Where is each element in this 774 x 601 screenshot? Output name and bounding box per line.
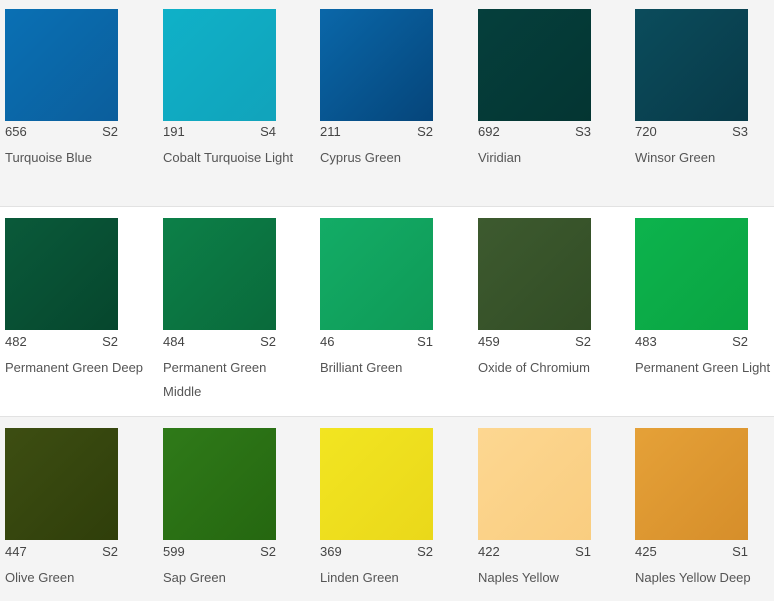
color-name: Cyprus Green: [320, 150, 401, 165]
color-name: Naples Yellow Deep: [635, 570, 751, 585]
swatch-card-naples-yellow[interactable]: 422 S1 Naples Yellow: [478, 417, 591, 601]
swatch-card-linden-green[interactable]: 369 S2 Linden Green: [320, 417, 433, 601]
swatch-row: 656 S2 Turquoise Blue 191 S4 Cobalt Turq…: [0, 0, 774, 207]
series-label: S2: [260, 544, 276, 559]
color-code: 483: [635, 334, 657, 349]
series-label: S3: [732, 124, 748, 139]
swatch-card-brilliant-green[interactable]: 46 S1 Brilliant Green: [320, 207, 433, 416]
series-label: S1: [575, 544, 591, 559]
color-swatch[interactable]: [478, 218, 591, 330]
color-name: Oxide of Chromium: [478, 360, 590, 375]
series-label: S2: [102, 334, 118, 349]
series-label: S4: [260, 124, 276, 139]
color-name: Permanent Green Middle: [163, 360, 267, 399]
swatch-grid: 656 S2 Turquoise Blue 191 S4 Cobalt Turq…: [0, 0, 774, 601]
swatch-meta: 46 S1: [320, 334, 433, 350]
swatch-meta: 191 S4: [163, 124, 276, 140]
color-code: 484: [163, 334, 185, 349]
color-swatch[interactable]: [163, 428, 276, 540]
color-swatch[interactable]: [163, 218, 276, 330]
series-label: S3: [575, 124, 591, 139]
series-label: S2: [732, 334, 748, 349]
swatch-card-permanent-green-light[interactable]: 483 S2 Permanent Green Light: [635, 207, 770, 416]
color-code: 369: [320, 544, 342, 559]
swatch-card-cyprus-green[interactable]: 211 S2 Cyprus Green: [320, 0, 433, 206]
swatch-card-naples-yellow-deep[interactable]: 425 S1 Naples Yellow Deep: [635, 417, 751, 601]
swatch-card-permanent-green-deep[interactable]: 482 S2 Permanent Green Deep: [5, 207, 143, 416]
swatch-meta: 482 S2: [5, 334, 118, 350]
color-name: Linden Green: [320, 570, 399, 585]
color-code: 720: [635, 124, 657, 139]
color-code: 46: [320, 334, 335, 349]
swatch-card-cobalt-turquoise-light[interactable]: 191 S4 Cobalt Turquoise Light: [163, 0, 293, 206]
color-swatch[interactable]: [478, 428, 591, 540]
color-code: 482: [5, 334, 27, 349]
swatch-card-olive-green[interactable]: 447 S2 Olive Green: [5, 417, 118, 601]
color-code: 425: [635, 544, 657, 559]
color-name: Turquoise Blue: [5, 150, 92, 165]
series-label: S2: [102, 544, 118, 559]
color-swatch[interactable]: [5, 218, 118, 330]
color-code: 459: [478, 334, 500, 349]
color-name: Sap Green: [163, 570, 226, 585]
swatch-meta: 692 S3: [478, 124, 591, 140]
color-name: Winsor Green: [635, 150, 716, 165]
swatch-card-permanent-green-middle[interactable]: 484 S2 Permanent Green Middle: [163, 207, 276, 416]
swatch-meta: 656 S2: [5, 124, 118, 140]
swatch-meta: 425 S1: [635, 544, 748, 560]
color-code: 656: [5, 124, 27, 139]
series-label: S2: [102, 124, 118, 139]
color-code: 211: [320, 124, 341, 139]
swatch-meta: 720 S3: [635, 124, 748, 140]
color-code: 191: [163, 124, 185, 139]
color-swatch[interactable]: [5, 428, 118, 540]
series-label: S2: [260, 334, 276, 349]
color-name: Permanent Green Light: [635, 360, 771, 375]
color-name: Permanent Green Deep: [5, 360, 144, 375]
color-swatch[interactable]: [163, 9, 276, 121]
color-name: Cobalt Turquoise Light: [163, 150, 294, 165]
swatch-row: 447 S2 Olive Green 599 S2 Sap Green 369 …: [0, 417, 774, 601]
series-label: S1: [732, 544, 748, 559]
color-name: Viridian: [478, 150, 522, 165]
swatch-meta: 459 S2: [478, 334, 591, 350]
color-code: 692: [478, 124, 500, 139]
swatch-card-oxide-of-chromium[interactable]: 459 S2 Oxide of Chromium: [478, 207, 591, 416]
color-swatch[interactable]: [320, 428, 433, 540]
color-swatch[interactable]: [320, 9, 433, 121]
series-label: S2: [575, 334, 591, 349]
swatch-meta: 483 S2: [635, 334, 748, 350]
color-name: Naples Yellow: [478, 570, 559, 585]
swatch-meta: 369 S2: [320, 544, 433, 560]
series-label: S2: [417, 124, 433, 139]
swatch-meta: 599 S2: [163, 544, 276, 560]
swatch-meta: 211 S2: [320, 124, 433, 140]
color-swatch[interactable]: [320, 218, 433, 330]
swatch-meta: 447 S2: [5, 544, 118, 560]
series-label: S1: [417, 334, 433, 349]
swatch-row: 482 S2 Permanent Green Deep 484 S2 Perma…: [0, 207, 774, 417]
color-code: 599: [163, 544, 185, 559]
swatch-card-winsor-green[interactable]: 720 S3 Winsor Green: [635, 0, 748, 206]
swatch-meta: 484 S2: [163, 334, 276, 350]
color-swatch[interactable]: [635, 428, 748, 540]
color-swatch[interactable]: [635, 9, 748, 121]
color-swatch[interactable]: [5, 9, 118, 121]
color-name: Brilliant Green: [320, 360, 403, 375]
color-code: 422: [478, 544, 500, 559]
swatch-meta: 422 S1: [478, 544, 591, 560]
color-swatch[interactable]: [478, 9, 591, 121]
color-name: Olive Green: [5, 570, 75, 585]
swatch-card-turquoise-blue[interactable]: 656 S2 Turquoise Blue: [5, 0, 118, 206]
color-swatch[interactable]: [635, 218, 748, 330]
series-label: S2: [417, 544, 433, 559]
color-code: 447: [5, 544, 27, 559]
swatch-card-viridian[interactable]: 692 S3 Viridian: [478, 0, 591, 206]
swatch-card-sap-green[interactable]: 599 S2 Sap Green: [163, 417, 276, 601]
